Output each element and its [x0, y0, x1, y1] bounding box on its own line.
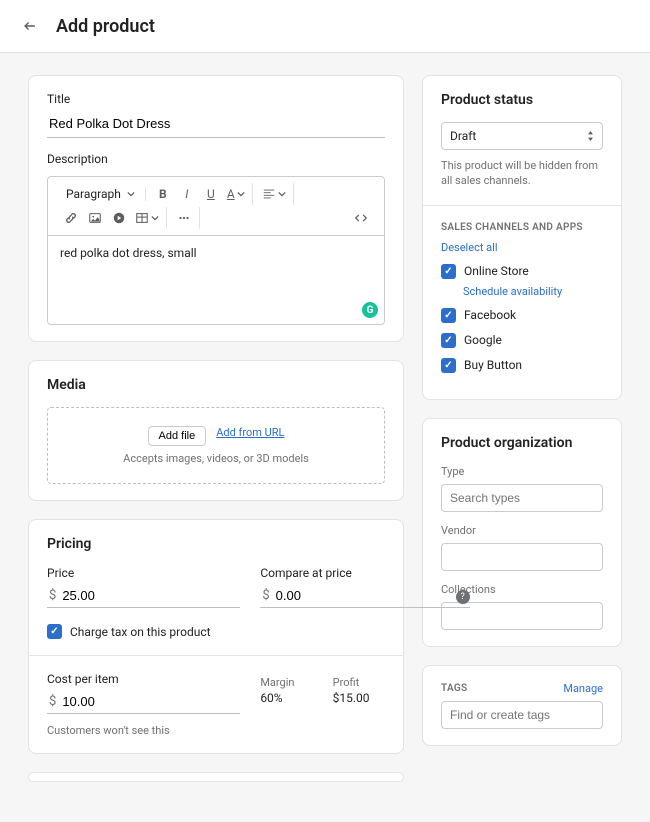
add-file-button[interactable]: Add file: [148, 426, 207, 446]
charge-tax-checkbox[interactable]: [47, 624, 62, 639]
title-input[interactable]: [47, 110, 385, 138]
organization-card: Product organization Type Vendor Collect…: [422, 418, 622, 647]
arrow-left-icon: [23, 19, 37, 33]
add-from-url-link[interactable]: Add from URL: [216, 426, 284, 446]
status-value: Draft: [450, 129, 476, 143]
rte-underline-button[interactable]: U: [200, 183, 222, 205]
type-input[interactable]: [441, 484, 603, 512]
video-icon: [112, 211, 126, 225]
pricing-card: Pricing Price $ Compare at price $: [28, 519, 404, 754]
cost-label: Cost per item: [47, 672, 240, 686]
deselect-all-link[interactable]: Deselect all: [441, 241, 603, 254]
media-hint: Accepts images, videos, or 3D models: [66, 452, 366, 465]
tags-input[interactable]: [441, 701, 603, 729]
channel-label: Buy Button: [464, 358, 522, 372]
code-icon: [354, 211, 368, 225]
select-arrows-icon: [587, 131, 594, 141]
media-card: Media Add file Add from URL Accepts imag…: [28, 360, 404, 501]
back-button[interactable]: [16, 12, 44, 40]
currency-symbol: $: [262, 588, 269, 603]
link-icon: [64, 211, 78, 225]
media-heading: Media: [47, 377, 385, 393]
align-icon: [262, 187, 276, 201]
description-editor[interactable]: red polka dot dress, small G: [47, 235, 385, 325]
grammarly-badge-icon: G: [362, 302, 378, 318]
chevron-down-icon: [127, 190, 135, 198]
margin-label: Margin: [260, 676, 312, 689]
rte-bold-button[interactable]: B: [152, 183, 174, 205]
channel-google-checkbox[interactable]: [441, 333, 456, 348]
profit-value: $15.00: [333, 691, 385, 705]
cost-note: Customers won't see this: [47, 724, 385, 737]
title-desc-card: Title Description Paragraph B I U A: [28, 75, 404, 342]
rte-image-button[interactable]: [84, 207, 106, 229]
ellipsis-icon: [177, 211, 191, 225]
profit-label: Profit: [333, 676, 385, 689]
margin-value: 60%: [260, 691, 312, 705]
rte-color-button[interactable]: A: [224, 183, 248, 205]
tags-heading: TAGS: [441, 683, 467, 694]
help-icon[interactable]: ?: [456, 590, 470, 604]
rte-format-value: Paragraph: [66, 187, 121, 201]
rte-link-button[interactable]: [60, 207, 82, 229]
pricing-heading: Pricing: [47, 536, 385, 552]
rte-table-button[interactable]: [132, 207, 162, 229]
channel-facebook-checkbox[interactable]: [441, 308, 456, 323]
description-label: Description: [47, 152, 385, 166]
rte-format-select[interactable]: Paragraph: [60, 187, 141, 201]
next-card-peek: [28, 772, 404, 782]
compare-label: Compare at price: [260, 566, 469, 580]
media-dropzone[interactable]: Add file Add from URL Accepts images, vi…: [47, 407, 385, 484]
status-note: This product will be hidden from all sal…: [441, 158, 603, 189]
channel-online-store-checkbox[interactable]: [441, 264, 456, 279]
rte-more-button[interactable]: [173, 207, 195, 229]
chevron-down-icon: [278, 190, 286, 198]
rte-video-button[interactable]: [108, 207, 130, 229]
rte-code-button[interactable]: [350, 207, 372, 229]
status-heading: Product status: [441, 92, 603, 108]
manage-tags-link[interactable]: Manage: [563, 682, 603, 695]
org-heading: Product organization: [441, 435, 603, 451]
rte-align-button[interactable]: [259, 183, 289, 205]
channel-label: Online Store: [464, 264, 529, 278]
chevron-down-icon: [237, 190, 245, 198]
charge-tax-label: Charge tax on this product: [70, 625, 211, 639]
price-input[interactable]: [62, 588, 238, 603]
title-label: Title: [47, 92, 385, 106]
channels-heading: SALES CHANNELS AND APPS: [441, 222, 603, 233]
price-label: Price: [47, 566, 240, 580]
channel-buy-button-checkbox[interactable]: [441, 358, 456, 373]
channel-label: Facebook: [464, 308, 516, 322]
channel-label: Google: [464, 333, 502, 347]
status-card: Product status Draft This product will b…: [422, 75, 622, 400]
rte-italic-button[interactable]: I: [176, 183, 198, 205]
cost-input[interactable]: [62, 694, 238, 709]
rte-toolbar: Paragraph B I U A: [47, 176, 385, 235]
type-label: Type: [441, 465, 603, 478]
chevron-down-icon: [151, 214, 159, 222]
image-icon: [88, 211, 102, 225]
schedule-availability-link[interactable]: Schedule availability: [463, 285, 603, 298]
table-icon: [135, 211, 149, 225]
currency-symbol: $: [49, 588, 56, 603]
compare-price-input[interactable]: [276, 588, 452, 603]
currency-symbol: $: [49, 694, 56, 709]
vendor-label: Vendor: [441, 524, 603, 537]
description-text: red polka dot dress, small: [60, 246, 197, 260]
tags-card: TAGS Manage: [422, 665, 622, 746]
status-select[interactable]: Draft: [441, 122, 603, 150]
page-title: Add product: [56, 16, 155, 37]
